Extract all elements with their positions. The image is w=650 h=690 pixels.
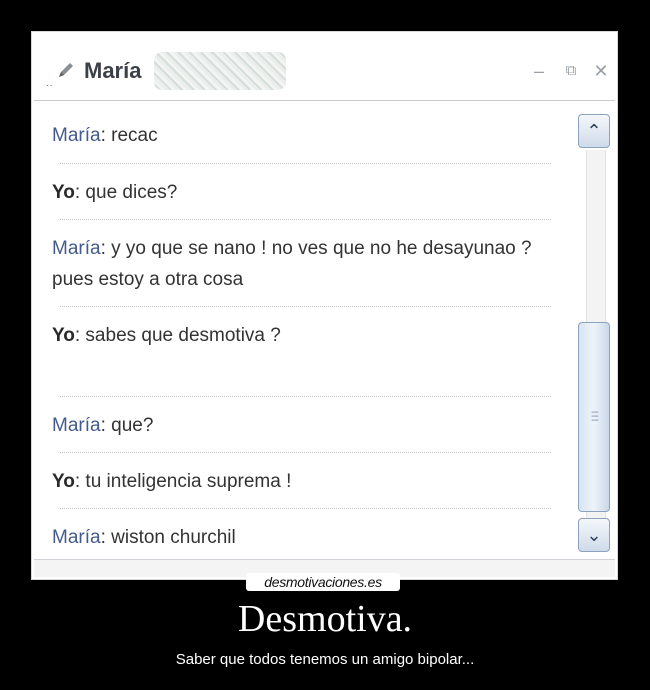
- title-prefix: ..: [46, 78, 54, 89]
- scroll-up-button[interactable]: ⌃: [578, 114, 610, 148]
- message-divider: [60, 508, 551, 509]
- speaker-name: María: [52, 527, 101, 548]
- message-divider: [60, 452, 551, 453]
- message-item: María: y yo que se nano ! no ves que no …: [52, 233, 555, 295]
- vertical-scrollbar[interactable]: ⌃ ‒ ‒ ‒ ⌄: [578, 114, 612, 554]
- speaker-name: María: [52, 415, 101, 436]
- message-divider: [60, 396, 551, 397]
- close-button[interactable]: ✕: [592, 62, 610, 80]
- scroll-down-button[interactable]: ⌄: [578, 518, 610, 552]
- restore-button[interactable]: ⧉: [562, 62, 580, 80]
- poster-caption: Saber que todos tenemos un amigo bipolar…: [175, 651, 475, 668]
- message-item: María: wiston churchil: [52, 522, 555, 553]
- site-name: desmotivaciones.es: [264, 574, 382, 590]
- speaker-name: María: [52, 238, 101, 259]
- chat-history: María: recac Yo: que dices? María: y yo …: [34, 101, 615, 561]
- speaker-name: Yo: [52, 182, 75, 203]
- message-item: Yo: que dices?: [52, 177, 555, 208]
- speaker-name: Yo: [52, 325, 75, 346]
- message-divider: [60, 219, 551, 220]
- grip-icon: ‒ ‒ ‒: [591, 404, 599, 426]
- message-item: Yo: sabes que desmotiva ?: [52, 320, 375, 351]
- message-text: : que dices?: [74, 182, 178, 203]
- site-logo: desmotivaciones.es: [246, 573, 400, 591]
- message-divider: [60, 163, 551, 164]
- message-text: : wiston churchil: [100, 527, 236, 548]
- message-divider: [60, 306, 551, 307]
- contact-name: María: [84, 58, 142, 83]
- speaker-name: María: [52, 125, 101, 146]
- message-item: María: que?: [52, 410, 555, 441]
- title-bar: .. María – ⧉ ✕: [34, 34, 615, 101]
- message-item: Yo: tu inteligencia suprema !: [52, 466, 555, 497]
- blurred-contact-detail: [154, 52, 286, 90]
- poster-headline: Desmotiva.: [237, 598, 413, 640]
- chevron-down-icon: ⌄: [586, 525, 602, 545]
- message-item: María: recac: [52, 120, 555, 151]
- pencil-icon: [59, 63, 73, 77]
- message-text: : que?: [100, 415, 154, 436]
- minimize-button[interactable]: –: [530, 62, 548, 80]
- scroll-thumb[interactable]: ‒ ‒ ‒: [578, 322, 610, 512]
- message-text: : recac: [100, 125, 158, 146]
- speaker-name: Yo: [52, 471, 75, 492]
- message-text: : tu inteligencia suprema !: [74, 471, 292, 492]
- message-text: : sabes que desmotiva ?: [74, 325, 281, 346]
- chevron-up-icon: ⌃: [586, 121, 602, 141]
- message-text: : y yo que se nano ! no ves que no he de…: [52, 238, 532, 290]
- chat-window: .. María – ⧉ ✕ María: recac Yo: que dice…: [34, 34, 615, 577]
- poster-frame: .. María – ⧉ ✕ María: recac Yo: que dice…: [31, 31, 618, 580]
